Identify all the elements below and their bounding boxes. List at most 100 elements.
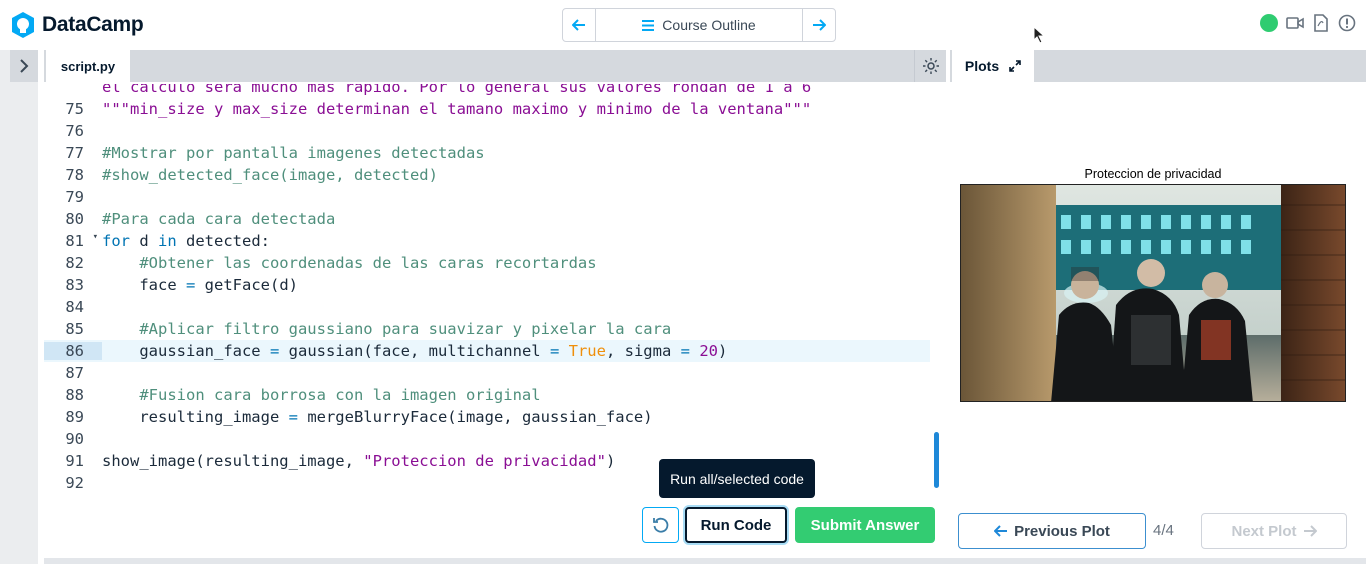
arrow-right-icon xyxy=(1303,525,1317,537)
top-bar: DataCamp Course Outline xyxy=(0,0,1366,50)
line-number: 92 xyxy=(65,474,84,492)
line-number: 86 xyxy=(44,342,102,360)
code-line[interactable]: el calculo sera mucho mas rapido. Por lo… xyxy=(44,84,930,98)
fold-toggle-icon[interactable]: ▾ xyxy=(93,232,98,242)
run-code-button[interactable]: Run Code xyxy=(685,507,787,543)
code-token: #Mostrar por pantalla imagenes detectada… xyxy=(102,144,485,162)
code-line[interactable]: 84 xyxy=(44,296,930,318)
previous-plot-label: Previous Plot xyxy=(1014,522,1110,540)
sun-icon xyxy=(922,58,939,74)
line-number: 75 xyxy=(65,100,84,118)
reset-code-button[interactable] xyxy=(642,507,679,543)
top-right-icons xyxy=(1260,14,1356,32)
code-line[interactable]: 87 xyxy=(44,362,930,384)
line-number: 83 xyxy=(65,276,84,294)
code-token: gaussian(face, multichannel xyxy=(279,342,550,360)
datacamp-logo[interactable]: DataCamp xyxy=(10,11,144,39)
line-number: 84 xyxy=(65,298,84,316)
plots-pane: Plots Proteccion de privacidad Previous … xyxy=(950,50,1366,558)
previous-exercise-button[interactable] xyxy=(563,9,596,41)
code-line-text: for d in detected: xyxy=(102,232,270,250)
code-token: = xyxy=(549,342,560,360)
code-line-text: """min_size y max_size determinan el tam… xyxy=(102,100,811,118)
line-number: 85 xyxy=(65,320,84,338)
editor-theme-button[interactable] xyxy=(914,50,946,82)
plot-counter: 4/4 xyxy=(1153,522,1174,539)
chevron-right-icon xyxy=(20,59,29,73)
line-number: 78 xyxy=(65,166,84,184)
code-token: gaussian_face xyxy=(102,342,270,360)
bottom-console-strip xyxy=(44,558,1366,564)
code-line[interactable]: 75 """min_size y max_size determinan el t… xyxy=(44,98,930,120)
brand-name: DataCamp xyxy=(42,13,144,36)
code-token: #Obtener las coordenadas de las caras re… xyxy=(139,254,597,272)
editor-scrollbar[interactable] xyxy=(934,432,939,488)
code-token: #show_detected_face(image, detected) xyxy=(102,166,438,184)
code-token: """min_size y max_size determinan el tam… xyxy=(102,100,812,118)
next-exercise-button[interactable] xyxy=(802,9,835,41)
code-line[interactable]: 77 #Mostrar por pantalla imagenes detecta… xyxy=(44,142,930,164)
code-token: ) xyxy=(605,452,616,470)
code-line-text: #Mostrar por pantalla imagenes detectada… xyxy=(102,144,485,162)
code-line[interactable]: 83 face = getFace(d) xyxy=(44,274,930,296)
next-plot-button[interactable]: Next Plot xyxy=(1201,513,1347,549)
report-issue-icon[interactable] xyxy=(1338,14,1356,32)
code-token: ) xyxy=(717,342,728,360)
plots-tab-bar: Plots xyxy=(950,50,1366,82)
reset-icon xyxy=(652,517,668,533)
line-number: 77 xyxy=(65,144,84,162)
pdf-slides-icon[interactable] xyxy=(1312,14,1330,32)
plots-tab-label: Plots xyxy=(964,58,1000,74)
tab-plots[interactable]: Plots xyxy=(952,50,1034,82)
code-line[interactable]: 76 xyxy=(44,120,930,142)
code-line[interactable]: 80 #Para cada cara detectada xyxy=(44,208,930,230)
expand-icon[interactable] xyxy=(1009,60,1021,72)
street-photo-image xyxy=(961,185,1345,401)
video-icon[interactable] xyxy=(1286,14,1304,32)
line-number: 81 ▾ xyxy=(65,232,98,250)
code-line-text: gaussian_face = gaussian(face, multichan… xyxy=(102,342,727,360)
code-token: resulting_image xyxy=(102,408,289,426)
line-number: 82 xyxy=(65,254,84,272)
line-number: 91 xyxy=(65,452,84,470)
next-plot-label: Next Plot xyxy=(1231,522,1297,540)
code-line[interactable]: 89 resulting_image = mergeBlurryFace(ima… xyxy=(44,406,930,428)
code-line[interactable]: 85 #Aplicar filtro gaussiano para suaviz… xyxy=(44,318,930,340)
plot-image xyxy=(960,184,1346,402)
line-number: 80 xyxy=(65,210,84,228)
code-line-text: show_image(resulting_image, "Proteccion … xyxy=(102,452,615,470)
code-line[interactable]: 78 #show_detected_face(image, detected) xyxy=(44,164,930,186)
code-token: mergeBlurryFace(image, gaussian_face) xyxy=(297,408,653,426)
code-token: #Fusion cara borrosa con la imagen origi… xyxy=(139,386,541,404)
menu-icon xyxy=(642,19,655,31)
code-line-text: el calculo sera mucho mas rapido. Por lo… xyxy=(102,84,811,96)
previous-plot-button[interactable]: Previous Plot xyxy=(958,513,1146,549)
code-editor[interactable]: el calculo sera mucho mas rapido. Por lo… xyxy=(44,84,930,504)
line-number: 88 xyxy=(65,386,84,404)
course-outline-button[interactable]: Course Outline xyxy=(596,9,802,41)
code-line[interactable]: 79 xyxy=(44,186,930,208)
line-number: 79 xyxy=(65,188,84,206)
code-token: , sigma xyxy=(605,342,681,360)
code-token: in xyxy=(158,232,177,250)
tab-script-py[interactable]: script.py xyxy=(46,50,130,82)
code-line[interactable]: 86 gaussian_face = gaussian(face, multic… xyxy=(44,340,930,362)
code-token: #Aplicar filtro gaussiano para suavizar … xyxy=(139,320,672,338)
code-token: show_image(resulting_image, xyxy=(102,452,364,470)
code-line[interactable]: 88 #Fusion cara borrosa con la imagen or… xyxy=(44,384,930,406)
code-line-text: face = getFace(d) xyxy=(102,276,298,294)
code-line[interactable]: 82 #Obtener las coordenadas de las caras… xyxy=(44,252,930,274)
code-token: el calculo sera mucho mas rapido. Por lo… xyxy=(102,84,812,96)
expand-sidebar-button[interactable] xyxy=(10,50,38,82)
arrow-left-icon xyxy=(572,19,585,31)
code-line[interactable]: 81 ▾ for d in detected: xyxy=(44,230,930,252)
submit-answer-button[interactable]: Submit Answer xyxy=(795,507,935,543)
code-line[interactable]: 90 xyxy=(44,428,930,450)
code-token: "Proteccion de privacidad" xyxy=(363,452,606,470)
code-token: for xyxy=(102,232,130,250)
code-token: getFace(d) xyxy=(195,276,298,294)
